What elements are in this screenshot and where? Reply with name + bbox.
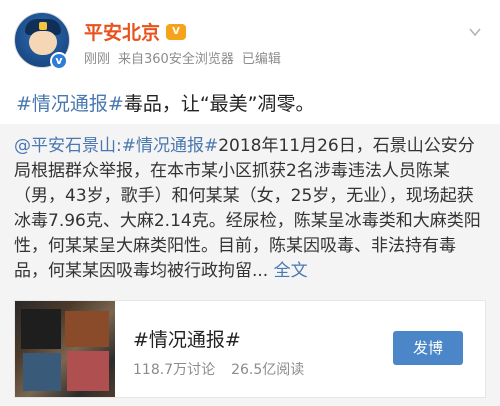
post-button[interactable]: 发博 — [393, 331, 463, 365]
post-header: v 平安北京 V 刚刚 来自360安全浏览器 已编辑 — [0, 0, 500, 82]
post-text: #情况通报#毒品，让“最美”凋零。 — [16, 92, 315, 116]
topic-stats: 118.7万讨论 26.5亿阅读 — [133, 359, 304, 379]
retweet-block[interactable]: @平安石景山:#情况通报#2018年11月26日，石景山公安分局根据群众举报，在… — [0, 124, 500, 406]
post-meta: 刚刚 来自360安全浏览器 已编辑 — [84, 48, 281, 67]
chevron-down-icon[interactable] — [468, 24, 482, 38]
post-time: 刚刚 — [84, 52, 111, 67]
thumbnail-tile — [67, 351, 109, 391]
thumbnail-tile — [21, 309, 61, 349]
retweet-body: 2018年11月26日，石景山公安分局根据群众举报，在本市某小区抓获2名涉毒违法… — [14, 136, 481, 281]
retweet-text: @平安石景山:#情况通报#2018年11月26日，石景山公安分局根据群众举报，在… — [14, 134, 488, 284]
topic-title: #情况通报# — [133, 329, 241, 351]
avatar-badge — [39, 22, 47, 30]
avatar-face — [29, 31, 57, 55]
vip-icon: V — [166, 23, 187, 40]
verified-icon: v — [50, 52, 68, 70]
thumbnail-tile — [65, 311, 109, 347]
name-row: 平安北京 V — [84, 18, 187, 45]
thumbnail-tile — [23, 353, 61, 391]
read-count: 26.5亿阅读 — [231, 362, 305, 378]
account-name[interactable]: 平安北京 — [84, 18, 160, 45]
discussion-count: 118.7万讨论 — [133, 362, 216, 378]
post-source: 来自360安全浏览器 — [118, 52, 234, 67]
retweet-topic-link[interactable]: :#情况通报# — [116, 136, 218, 156]
retweet-mention-link[interactable]: @平安石景山 — [14, 136, 116, 156]
full-text-link[interactable]: 全文 — [274, 261, 308, 281]
post-topic-link[interactable]: #情况通报# — [16, 93, 124, 115]
topic-card[interactable]: #情况通报# 118.7万讨论 26.5亿阅读 发博 — [14, 300, 486, 398]
edited-label: 已编辑 — [241, 52, 281, 67]
post-body: 毒品，让“最美”凋零。 — [123, 93, 315, 115]
topic-thumbnail — [15, 301, 115, 397]
